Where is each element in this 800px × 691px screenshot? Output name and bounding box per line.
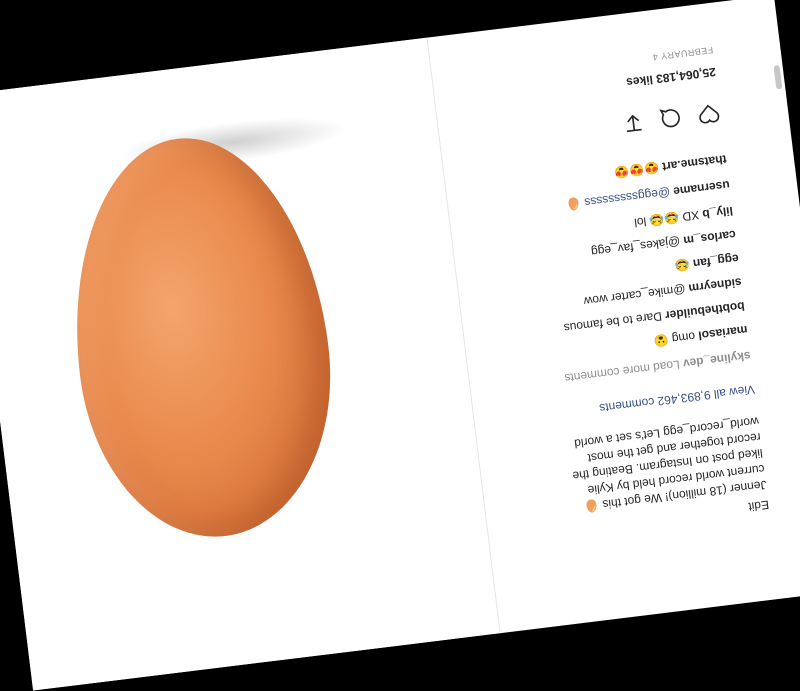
likes-label[interactable]: 25,064,183 likes xyxy=(626,65,717,90)
share-icon[interactable] xyxy=(620,110,647,137)
comment-user[interactable]: egg_fan xyxy=(692,251,739,271)
sidebar-content: Edit Jenner (18 million)! We got this 🥚 … xyxy=(427,1,788,554)
comment-user[interactable]: sidneyrm xyxy=(688,275,743,295)
comment-text: Dare to be famous xyxy=(562,309,663,336)
comment-user[interactable]: lily_b xyxy=(702,204,734,222)
comment-user[interactable]: username xyxy=(673,178,731,199)
comment-text: 😂 xyxy=(674,257,691,274)
instagram-post-card: Edit Jenner (18 million)! We got this 🥚 … xyxy=(0,0,800,691)
action-icons xyxy=(620,101,722,137)
view-all-comments-label[interactable]: View all 9,893,462 comments xyxy=(599,382,756,415)
comment-icon[interactable] xyxy=(658,105,685,132)
scrollbar[interactable] xyxy=(773,64,783,90)
post-photo[interactable] xyxy=(0,37,500,691)
comment-user[interactable]: bobthebuilder xyxy=(664,299,745,323)
comment-text: omg 😮 xyxy=(653,329,697,349)
comment-user[interactable]: thatsme.art xyxy=(661,152,727,174)
comment-text: @jakes_fav_egg xyxy=(590,234,682,260)
post-time-label: FEBRUARY 4 xyxy=(651,44,714,63)
caption-more-label[interactable]: Edit xyxy=(748,498,770,514)
comment-user[interactable]: mariasol xyxy=(698,323,749,343)
comment-text: @mike_carter wow xyxy=(583,282,687,309)
comment-text: XD 😂😂 lol xyxy=(633,207,700,230)
comment-user[interactable]: skyline_dev xyxy=(682,349,751,371)
comment-text: 😍😍😍 xyxy=(613,160,660,180)
comment-text: Load more comments xyxy=(563,357,681,386)
egg-image xyxy=(52,123,350,552)
heart-icon[interactable] xyxy=(696,101,723,128)
comment-user[interactable]: carlos_m xyxy=(683,228,737,248)
comment-text: @eggsssssssss 🥚 xyxy=(565,185,671,212)
